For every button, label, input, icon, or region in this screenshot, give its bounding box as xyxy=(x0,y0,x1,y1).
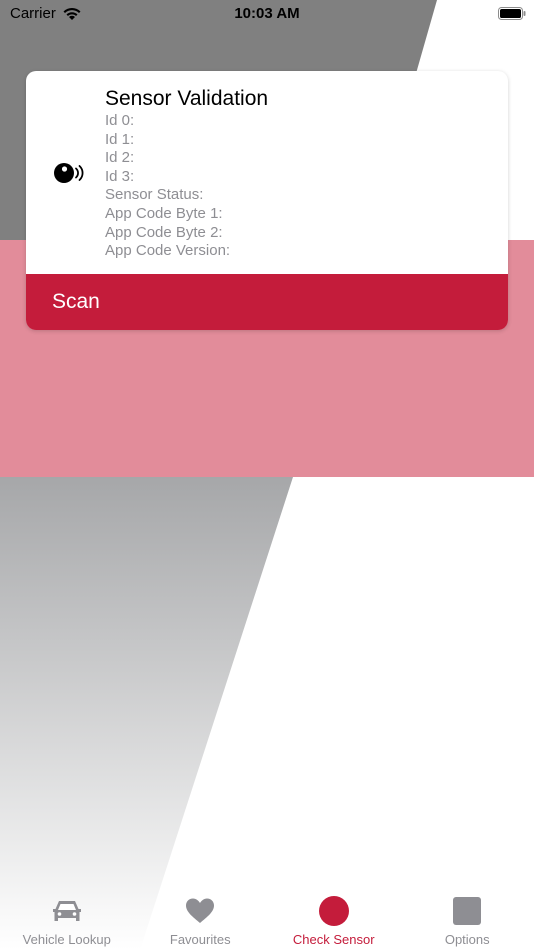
status-bar: Carrier 10:03 AM xyxy=(0,0,534,30)
heart-icon xyxy=(186,898,215,923)
tab-check-sensor[interactable]: Check Sensor xyxy=(267,886,401,950)
tab-options[interactable]: Options xyxy=(401,886,534,950)
tab-label: Check Sensor xyxy=(292,932,375,947)
card-body: Sensor Validation Id 0: Id 1: Id 2: Id 3… xyxy=(26,71,508,274)
card-title: Sensor Validation xyxy=(105,87,269,110)
tab-favourites[interactable]: Favourites xyxy=(134,886,268,950)
scan-button[interactable]: Scan xyxy=(26,274,508,330)
sensor-dot-icon xyxy=(318,896,349,926)
sensor-field-list: Id 0: Id 1: Id 2: Id 3: Sensor Status: A… xyxy=(105,112,230,261)
sensor-validation-card: Sensor Validation Id 0: Id 1: Id 2: Id 3… xyxy=(26,71,508,330)
options-square-icon xyxy=(453,897,482,925)
tab-label: Vehicle Lookup xyxy=(22,932,111,947)
field-sensor-status: Sensor Status: xyxy=(105,186,204,204)
tab-vehicle-lookup[interactable]: Vehicle Lookup xyxy=(0,886,134,950)
car-icon xyxy=(52,901,81,921)
field-id-2: Id 2: xyxy=(105,149,135,167)
field-id-3: Id 3: xyxy=(105,167,135,185)
sensor-icon xyxy=(54,163,84,183)
field-app-code-version: App Code Version: xyxy=(105,242,231,260)
field-id-0: Id 0: xyxy=(105,112,135,129)
field-app-code-byte-2: App Code Byte 2: xyxy=(105,223,223,241)
field-app-code-byte-1: App Code Byte 1: xyxy=(105,204,223,222)
status-time: 10:03 AM xyxy=(234,5,300,22)
field-id-1: Id 1: xyxy=(105,130,135,148)
tab-bar: Vehicle Lookup Favourites Check Sensor O… xyxy=(0,886,534,950)
tab-label: Favourites xyxy=(169,932,231,947)
tab-label: Options xyxy=(444,932,490,947)
battery-icon xyxy=(498,7,526,20)
